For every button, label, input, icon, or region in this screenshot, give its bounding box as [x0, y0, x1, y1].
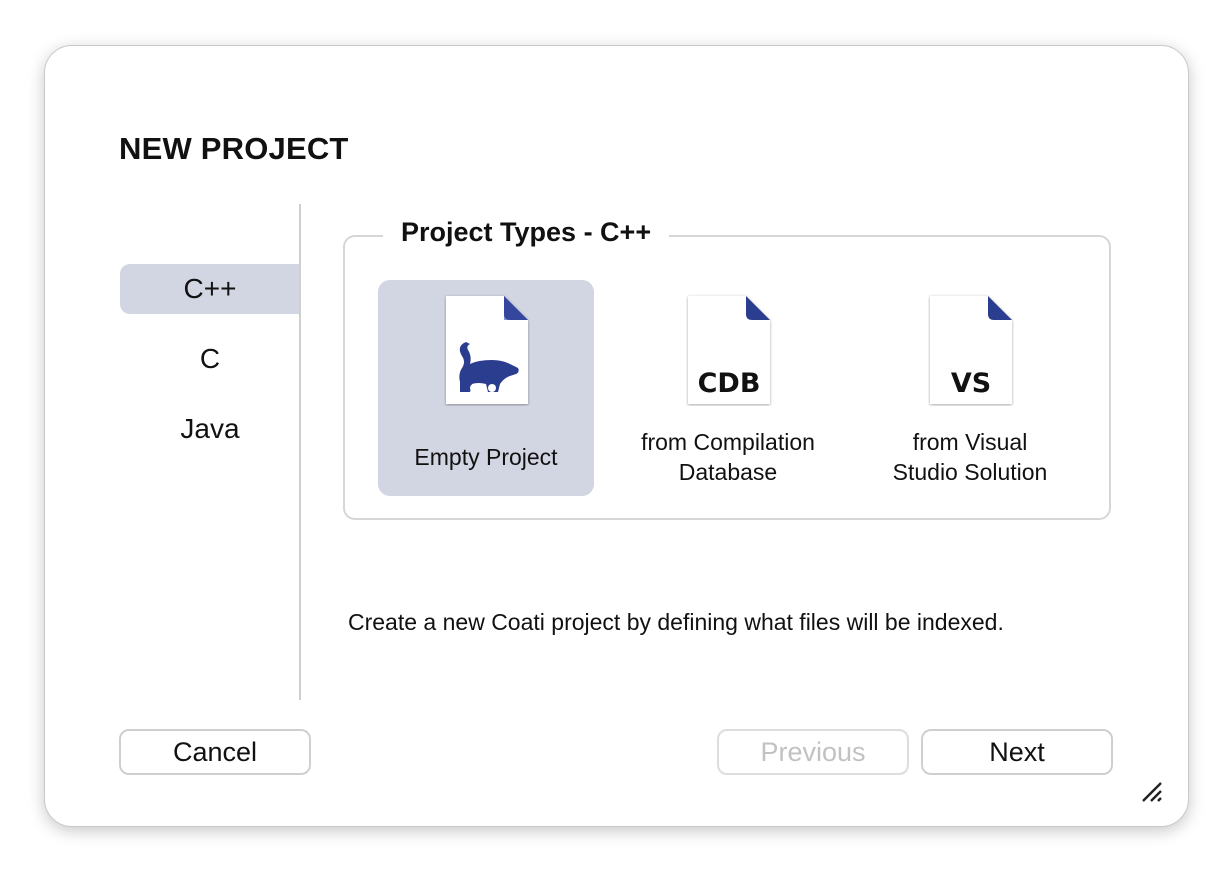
- project-type-visual-studio[interactable]: VS from Visual Studio Solution: [862, 280, 1078, 496]
- previous-button[interactable]: Previous: [717, 729, 909, 775]
- project-type-empty-label: Empty Project: [414, 444, 558, 470]
- language-item-java[interactable]: Java: [120, 404, 300, 454]
- project-type-compilation-database-label: from Compilation Database: [641, 429, 815, 485]
- vs-icon-text: VS: [951, 368, 991, 399]
- language-item-c[interactable]: C: [120, 334, 300, 384]
- vs-doc-icon: VS: [930, 296, 1012, 404]
- project-type-compilation-database[interactable]: CDB from Compilation Database: [620, 280, 836, 496]
- project-type-visual-studio-label: from Visual Studio Solution: [892, 429, 1048, 485]
- project-types-title: Project Types - C++: [383, 214, 670, 250]
- language-item-cpp[interactable]: C++: [120, 264, 300, 314]
- cdb-icon-text: CDB: [698, 368, 761, 399]
- resize-grip-icon[interactable]: [1140, 781, 1164, 803]
- cancel-button[interactable]: Cancel: [119, 729, 311, 775]
- dialog-title: NEW PROJECT: [119, 131, 349, 166]
- coati-doc-icon: [446, 296, 528, 404]
- cdb-doc-icon: CDB: [688, 296, 770, 404]
- language-list-divider: [299, 204, 301, 700]
- project-type-description: Create a new Coati project by defining w…: [348, 609, 1004, 635]
- project-type-empty[interactable]: Empty Project: [378, 280, 594, 496]
- next-button[interactable]: Next: [921, 729, 1113, 775]
